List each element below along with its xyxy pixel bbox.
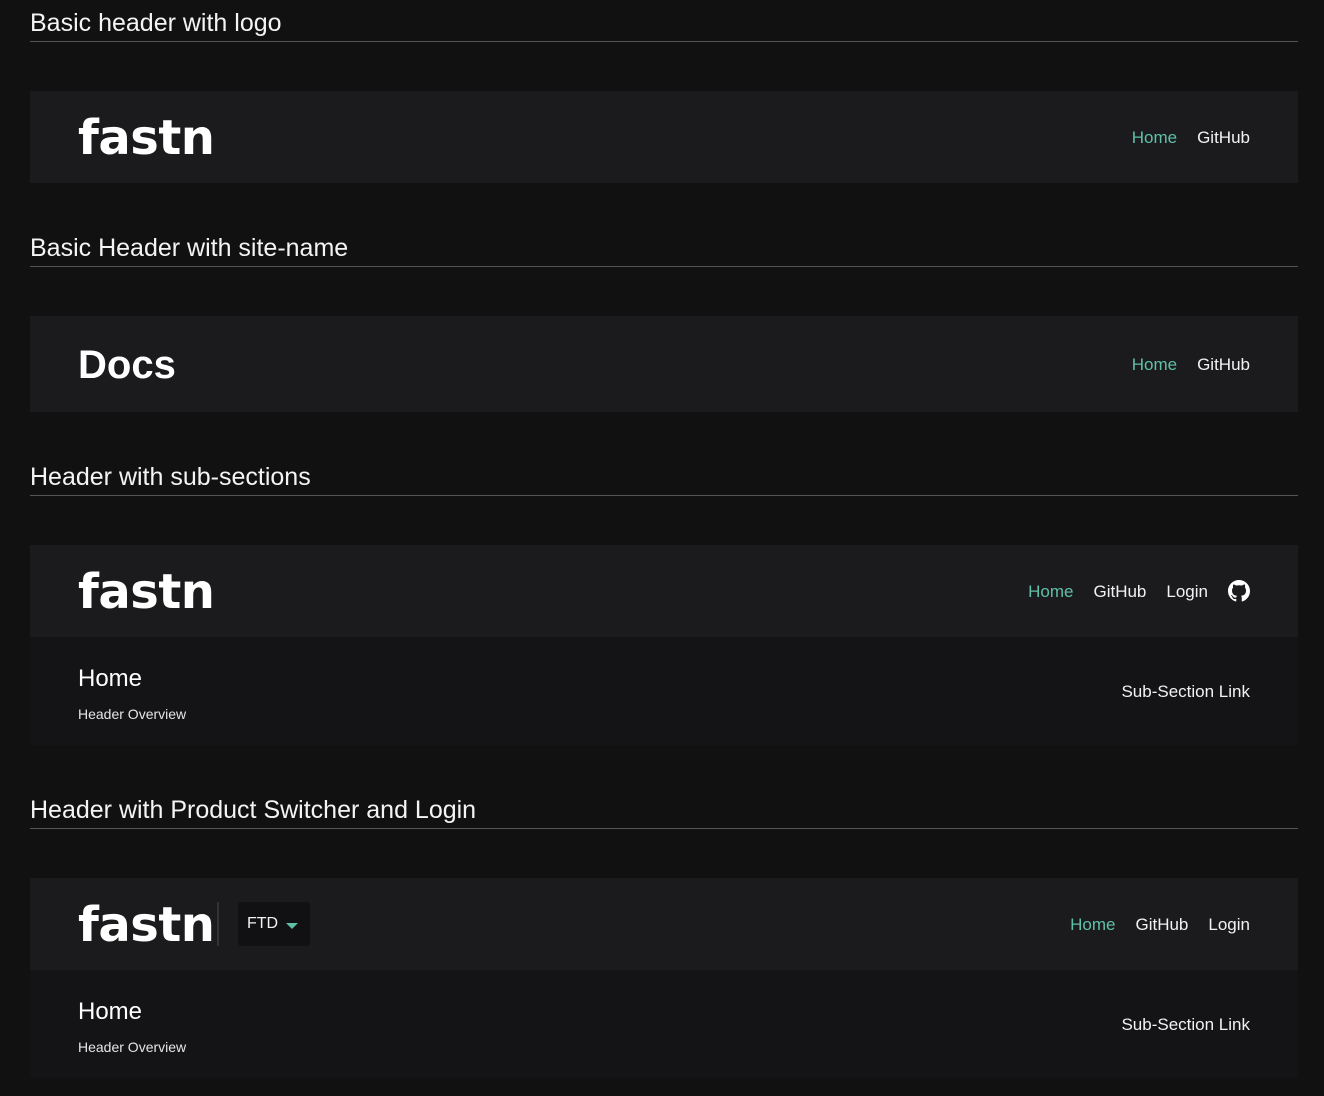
github-icon[interactable] — [1228, 580, 1250, 602]
fastn-logo[interactable]: fastn — [78, 901, 215, 949]
nav-link-github[interactable]: GitHub — [1135, 916, 1188, 933]
header-basic-logo: fastn Home GitHub — [30, 91, 1298, 183]
section-title-text: Header with Product Switcher and Login — [30, 796, 477, 824]
product-switcher[interactable]: FTD — [238, 902, 310, 946]
nav-link-home[interactable]: Home — [1132, 129, 1177, 146]
subsection-caption: Header Overview — [78, 706, 187, 722]
vertical-divider — [217, 902, 219, 946]
header-nav: Home GitHub Login — [1070, 916, 1250, 933]
nav-link-home[interactable]: Home — [1132, 356, 1177, 373]
nav-link-github[interactable]: GitHub — [1197, 356, 1250, 373]
product-switcher-value: FTD — [247, 915, 279, 932]
header-with-subsections: fastn Home GitHub Login — [30, 545, 1298, 637]
header-nav: Home GitHub — [1132, 356, 1250, 373]
section-title-text: Header with sub-sections — [30, 463, 311, 491]
header-site-name: Docs Home GitHub — [30, 316, 1298, 412]
subsection-bar: Home Header Overview Sub-Section Link — [30, 970, 1298, 1078]
header-nav: Home GitHub — [1132, 129, 1250, 146]
nav-link-login[interactable]: Login — [1208, 916, 1250, 933]
header-nav: Home GitHub Login — [1028, 580, 1250, 602]
caret-down-icon — [286, 923, 299, 929]
header-with-product-switcher: fastn FTD Home GitHub Login — [30, 878, 1298, 970]
subsection-caption: Header Overview — [78, 1039, 187, 1055]
sub-section-link[interactable]: Sub-Section Link — [1121, 1016, 1250, 1033]
section-title-sub-sections: Header with sub-sections — [30, 454, 1298, 496]
fastn-logo[interactable]: fastn — [78, 114, 215, 162]
fastn-logo[interactable]: fastn — [78, 568, 215, 616]
nav-link-github[interactable]: GitHub — [1093, 583, 1146, 600]
nav-link-github[interactable]: GitHub — [1197, 129, 1250, 146]
sub-section-link[interactable]: Sub-Section Link — [1121, 683, 1250, 700]
site-name[interactable]: Docs — [78, 345, 176, 385]
section-title-product-switcher: Header with Product Switcher and Login — [30, 787, 1298, 829]
section-title-site-name: Basic Header with site-name — [30, 225, 1298, 267]
subsection-title: Home — [78, 665, 143, 692]
section-title-text: Basic header with logo — [30, 9, 282, 37]
subsection-bar: Home Header Overview Sub-Section Link — [30, 637, 1298, 745]
nav-link-home[interactable]: Home — [1028, 583, 1073, 600]
subsection-title: Home — [78, 998, 143, 1025]
section-title-text: Basic Header with site-name — [30, 234, 349, 262]
page: Basic header with logo fastn Home GitHub… — [0, 0, 1324, 1096]
nav-link-login[interactable]: Login — [1166, 583, 1208, 600]
nav-link-home[interactable]: Home — [1070, 916, 1115, 933]
section-title-basic-logo: Basic header with logo — [30, 0, 1298, 42]
